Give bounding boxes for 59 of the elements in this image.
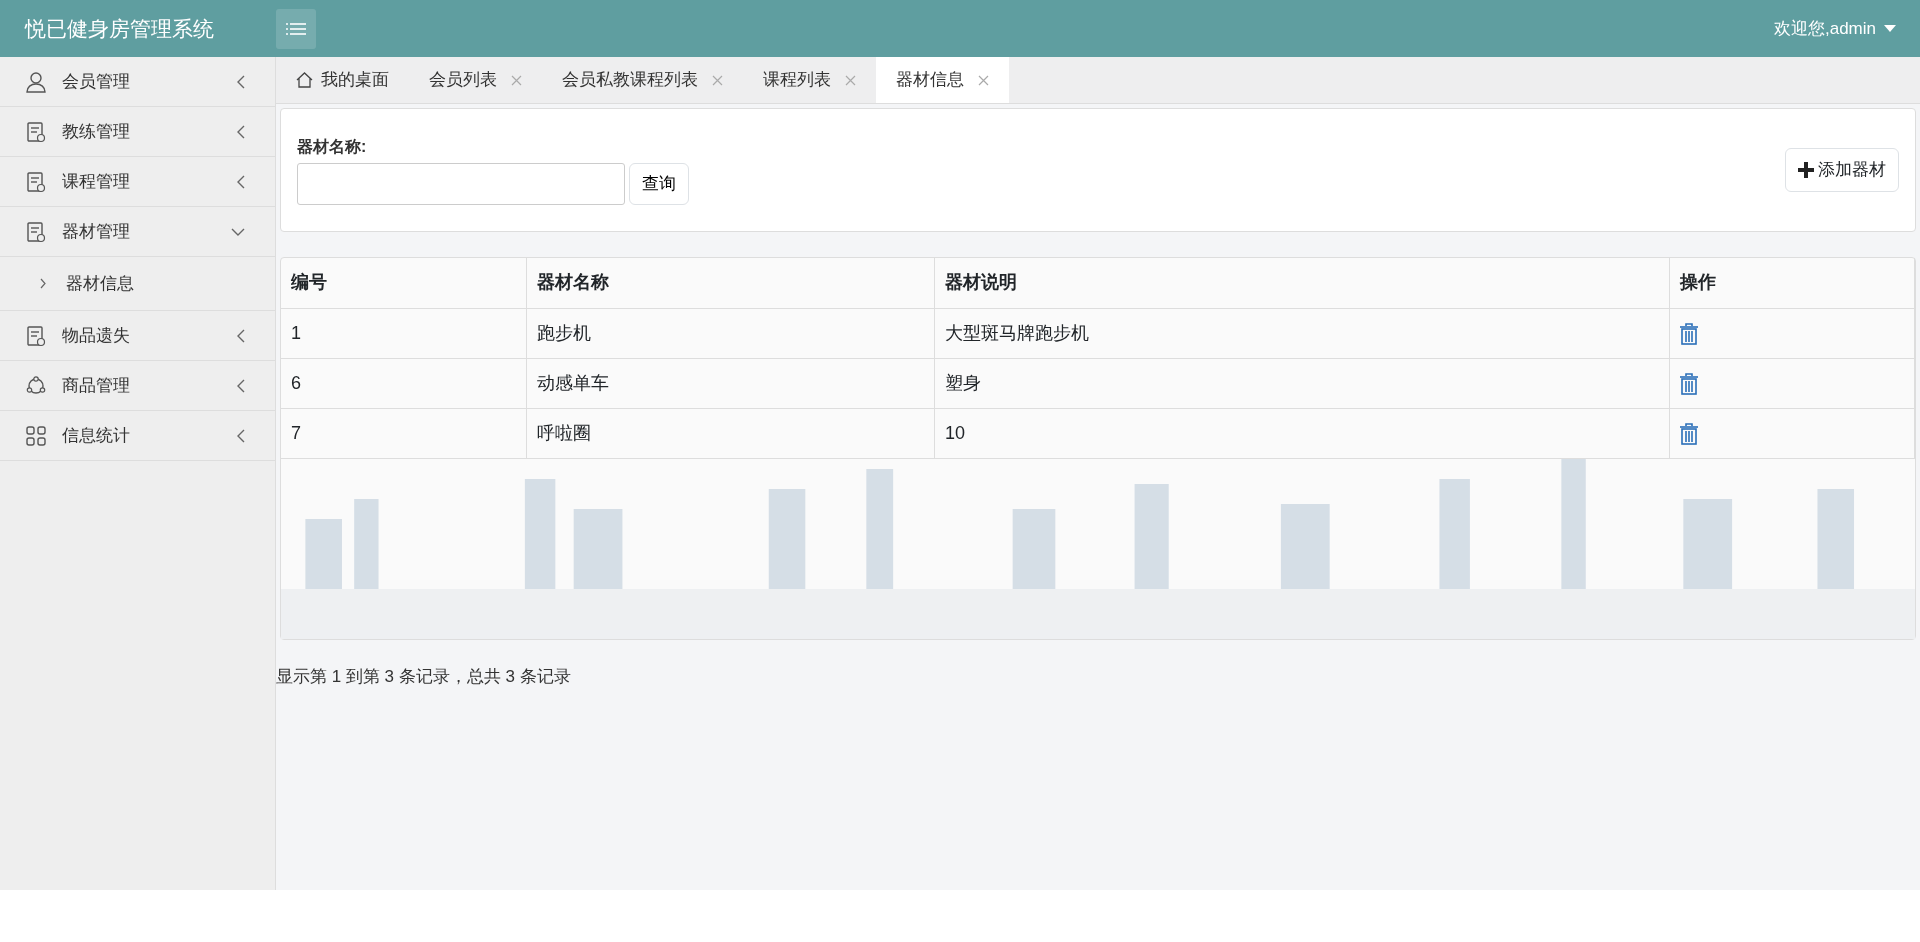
sidebar-item[interactable]: 课程管理	[0, 157, 275, 207]
tab[interactable]: 会员私教课程列表	[542, 57, 743, 103]
sidebar-item[interactable]: 商品管理	[0, 361, 275, 411]
chevron-left-icon	[237, 328, 245, 343]
home-icon	[296, 72, 313, 88]
menu-button[interactable]	[276, 8, 316, 49]
sidebar-item[interactable]: 会员管理	[0, 57, 275, 107]
document-icon	[25, 324, 47, 347]
plus-icon	[1798, 162, 1814, 178]
tab[interactable]: 器材信息	[876, 57, 1009, 103]
trash-icon[interactable]	[1679, 422, 1698, 445]
column-header: 编号	[281, 258, 526, 308]
table-cell: 跑步机	[526, 308, 935, 358]
column-header: 操作	[1669, 258, 1915, 308]
sidebar-item[interactable]: 教练管理	[0, 107, 275, 157]
trash-icon[interactable]	[1679, 322, 1698, 345]
table-cell: 6	[281, 358, 526, 408]
column-header: 器材说明	[934, 258, 1670, 308]
column-header: 器材名称	[526, 258, 935, 308]
close-icon[interactable]	[712, 74, 723, 86]
grid-icon	[25, 424, 47, 447]
chevron-left-icon	[237, 124, 245, 139]
chevron-left-icon	[237, 174, 245, 189]
close-icon[interactable]	[978, 74, 989, 86]
table-cell: 7	[281, 408, 526, 458]
table-cell: 大型斑马牌跑步机	[934, 308, 1670, 358]
document-icon	[25, 170, 47, 193]
sidebar-item[interactable]: 信息统计	[0, 411, 275, 461]
chevron-left-icon	[237, 378, 245, 393]
table-cell: 1	[281, 308, 526, 358]
table-cell: 呼啦圈	[526, 408, 935, 458]
tab[interactable]: 会员列表	[409, 57, 542, 103]
chevron-left-icon	[237, 74, 245, 89]
chevron-left-icon	[237, 428, 245, 443]
table-cell: 动感单车	[526, 358, 935, 408]
person-icon	[25, 70, 47, 93]
chevron-right-icon	[40, 278, 46, 289]
submenu-item[interactable]: 器材信息	[0, 257, 275, 311]
pagination-info: 显示第 1 到第 3 条记录，总共 3 条记录	[276, 665, 572, 688]
sidebar-item[interactable]: 物品遗失	[0, 311, 275, 361]
close-icon[interactable]	[511, 74, 522, 86]
caret-icon	[1884, 25, 1896, 32]
table-cell: 塑身	[934, 358, 1670, 408]
chevron-down-icon	[231, 227, 245, 236]
input-field[interactable]	[297, 163, 625, 205]
network-icon	[25, 374, 47, 397]
app-title: 悦已健身房管理系统	[23, 15, 215, 42]
menu-icon	[286, 21, 306, 36]
close-icon[interactable]	[845, 74, 856, 86]
document-icon	[25, 120, 47, 143]
tab[interactable]: 我的桌面	[276, 57, 409, 103]
document-icon	[25, 220, 47, 243]
trash-icon[interactable]	[1679, 372, 1698, 395]
table-cell: 10	[934, 408, 1670, 458]
add-button[interactable]: 添加器材	[1785, 148, 1899, 192]
search-button[interactable]: 查询	[629, 163, 689, 205]
sidebar-item[interactable]: 器材管理	[0, 207, 275, 257]
tab[interactable]: 课程列表	[743, 57, 876, 103]
field-label: 器材名称:	[297, 137, 368, 157]
